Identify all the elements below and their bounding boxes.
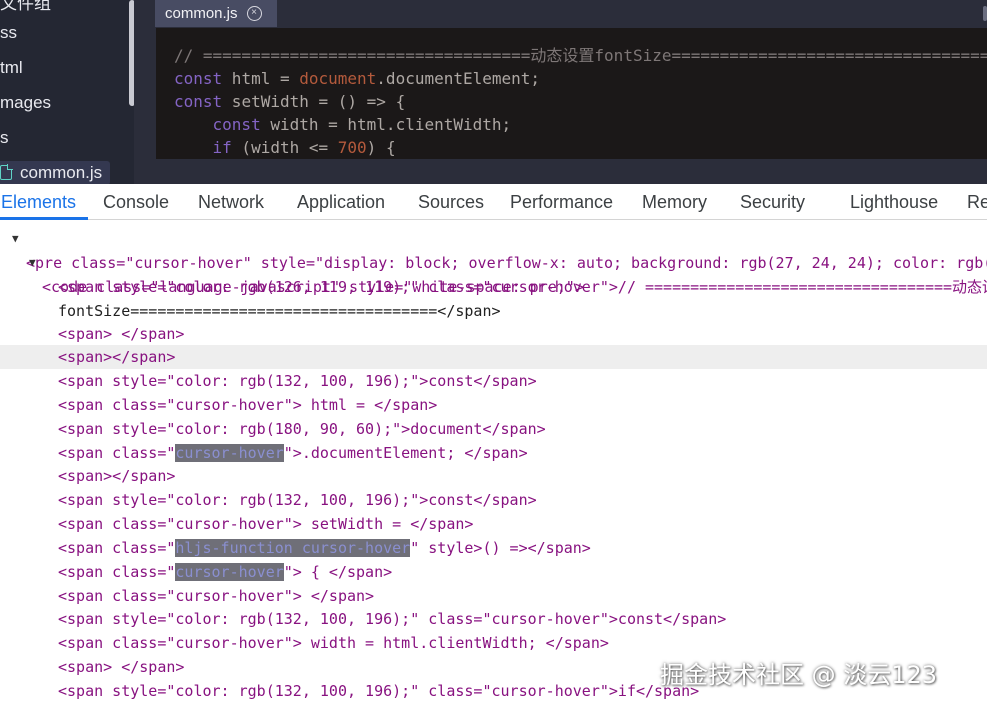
- tree-node-span[interactable]: <span style="color: rgb(132, 100, 196);"…: [0, 369, 987, 393]
- code-number: 700: [337, 138, 367, 157]
- node-text: <span style="color: rgb(126, 119, 119);"…: [58, 278, 987, 296]
- node-text: <span class=": [58, 539, 176, 557]
- node-text: " style>() =></span>: [410, 539, 591, 557]
- sidebar-scrollbar[interactable]: [129, 0, 134, 106]
- code-text: (width <=: [231, 138, 338, 157]
- editor-footer-strip: [156, 159, 987, 184]
- sidebar-item-images[interactable]: mages: [0, 91, 51, 115]
- sidebar-item-label: 文件组: [0, 0, 51, 13]
- tree-node-span[interactable]: <span class="cursor-hover"> { </span>: [0, 560, 987, 584]
- code-text: .documentElement;: [376, 69, 541, 88]
- code-text: html =: [222, 69, 300, 88]
- tree-node-text[interactable]: fontSize================================…: [0, 299, 987, 323]
- node-text: <span> </span>: [58, 325, 185, 343]
- node-text: <span style="color: rgb(132, 100, 196);"…: [58, 491, 537, 509]
- tree-node-span[interactable]: <span style="color: rgb(132, 100, 196);"…: [0, 607, 987, 631]
- node-text: <span style="color: rgb(180, 90, 60);">d…: [58, 420, 546, 438]
- tab-console[interactable]: Console: [103, 184, 169, 220]
- node-text: <span class="cursor-hover"> width = html…: [58, 634, 609, 652]
- tree-node-pre[interactable]: ▼ <pre class="cursor-hover" style="displa…: [0, 227, 987, 272]
- close-icon[interactable]: ×: [246, 6, 262, 21]
- active-tab-indicator: [0, 217, 88, 220]
- sidebar-item-label: mages: [0, 93, 52, 112]
- tree-node-span[interactable]: <span></span>: [0, 464, 987, 488]
- tab-recorder[interactable]: Re: [967, 184, 987, 220]
- sidebar-item-label: common.js: [20, 163, 103, 182]
- node-text: <span></span>: [58, 348, 176, 366]
- dom-tree: ▼ <pre class="cursor-hover" style="displa…: [0, 221, 987, 708]
- code-block: // ==================================动态设…: [156, 28, 987, 159]
- node-text: <span class=": [58, 563, 176, 581]
- sidebar-item-js[interactable]: s: [0, 126, 9, 150]
- code-comment: // ==================================动态设…: [174, 46, 987, 65]
- tab-sources[interactable]: Sources: [418, 184, 484, 220]
- tree-node-span[interactable]: <span class="cursor-hover"> </span>: [0, 584, 987, 608]
- tree-node-code[interactable]: ▼ <code class="language-javascript" style…: [0, 251, 987, 296]
- sidebar-item-css[interactable]: ss: [0, 21, 17, 45]
- tree-node-span[interactable]: <span class="cursor-hover"> setWidth = <…: [0, 512, 987, 536]
- file-explorer: 文件组 ss tml mages s common.js: [0, 0, 134, 184]
- editor-tabbar: common.js ×: [153, 0, 987, 27]
- tab-security[interactable]: Security: [740, 184, 805, 220]
- tree-node-span[interactable]: <span class="cursor-hover">.documentElem…: [0, 441, 987, 465]
- node-text: <span class="cursor-hover"> setWidth = <…: [58, 515, 474, 533]
- highlighted-class: cursor-hover: [175, 444, 284, 462]
- code-object: document: [299, 69, 377, 88]
- sidebar-item-label: ss: [0, 23, 17, 42]
- tab-memory[interactable]: Memory: [642, 184, 707, 220]
- sidebar-item-label: s: [0, 128, 9, 147]
- code-keyword: const: [174, 69, 223, 88]
- tab-performance[interactable]: Performance: [510, 184, 613, 220]
- sidebar-item-html[interactable]: tml: [0, 56, 23, 80]
- code-keyword: const: [174, 92, 223, 111]
- tree-node-span[interactable]: <span> </span>: [0, 322, 987, 346]
- tree-node-span[interactable]: <span style="color: rgb(180, 90, 60);">d…: [0, 417, 987, 441]
- code-text: ) {: [366, 138, 396, 157]
- code-keyword: const: [212, 115, 261, 134]
- code-text: width = html.clientWidth;: [260, 115, 512, 134]
- tab-common-js[interactable]: common.js ×: [155, 0, 277, 27]
- node-text: <span class=": [58, 444, 176, 462]
- tree-node-span[interactable]: <span style="color: rgb(126, 119, 119);"…: [0, 275, 987, 299]
- sidebar-item-common-js[interactable]: common.js: [0, 161, 110, 184]
- node-text: <span class="cursor-hover"> html = </spa…: [58, 396, 438, 414]
- node-text: <span style="color: rgb(132, 100, 196);"…: [58, 610, 727, 628]
- tab-label: common.js: [165, 5, 238, 22]
- file-icon: [0, 164, 13, 180]
- node-text: "> { </span>: [283, 563, 393, 581]
- tab-network[interactable]: Network: [198, 184, 264, 220]
- tab-lighthouse[interactable]: Lighthouse: [850, 184, 938, 220]
- watermark: 掘金技术社区 @ 淡云123: [660, 661, 938, 689]
- tabbar-scrollbar[interactable]: [983, 6, 987, 21]
- node-text: ">.documentElement; </span>: [283, 444, 528, 462]
- sidebar-item-folder[interactable]: 文件组: [0, 0, 51, 16]
- tree-node-span[interactable]: <span style="color: rgb(132, 100, 196);"…: [0, 488, 987, 512]
- highlighted-class: cursor-hover: [175, 563, 284, 581]
- expand-triangle-icon[interactable]: ▼: [29, 251, 36, 275]
- node-text: fontSize================================…: [58, 302, 501, 320]
- node-text: <span class="cursor-hover"> </span>: [58, 587, 375, 605]
- tab-application[interactable]: Application: [297, 184, 385, 220]
- node-text: <span></span>: [58, 467, 176, 485]
- editor-area: 文件组 ss tml mages s common.js common.js ×…: [0, 0, 987, 184]
- expand-triangle-icon[interactable]: ▼: [12, 227, 19, 251]
- tree-node-span[interactable]: <span class="cursor-hover"> width = html…: [0, 631, 987, 655]
- devtools-tabbar: Elements Console Network Application Sou…: [0, 184, 987, 220]
- node-text: <span style="color: rgb(132, 100, 196);"…: [58, 372, 537, 390]
- highlighted-class: hljs-function cursor-hover: [175, 539, 411, 557]
- sidebar-item-label: tml: [0, 58, 23, 77]
- node-text: <span style="color: rgb(132, 100, 196);"…: [58, 682, 700, 700]
- tree-node-span-hovered[interactable]: <span></span>: [0, 345, 987, 369]
- node-text: <span> </span>: [58, 658, 185, 676]
- tab-elements[interactable]: Elements: [1, 184, 76, 220]
- code-text: setWidth = () => {: [222, 92, 406, 111]
- code-keyword: if: [212, 138, 232, 157]
- tree-node-span[interactable]: <span class="hljs-function cursor-hover"…: [0, 536, 987, 560]
- tree-node-span[interactable]: <span class="cursor-hover"> html = </spa…: [0, 393, 987, 417]
